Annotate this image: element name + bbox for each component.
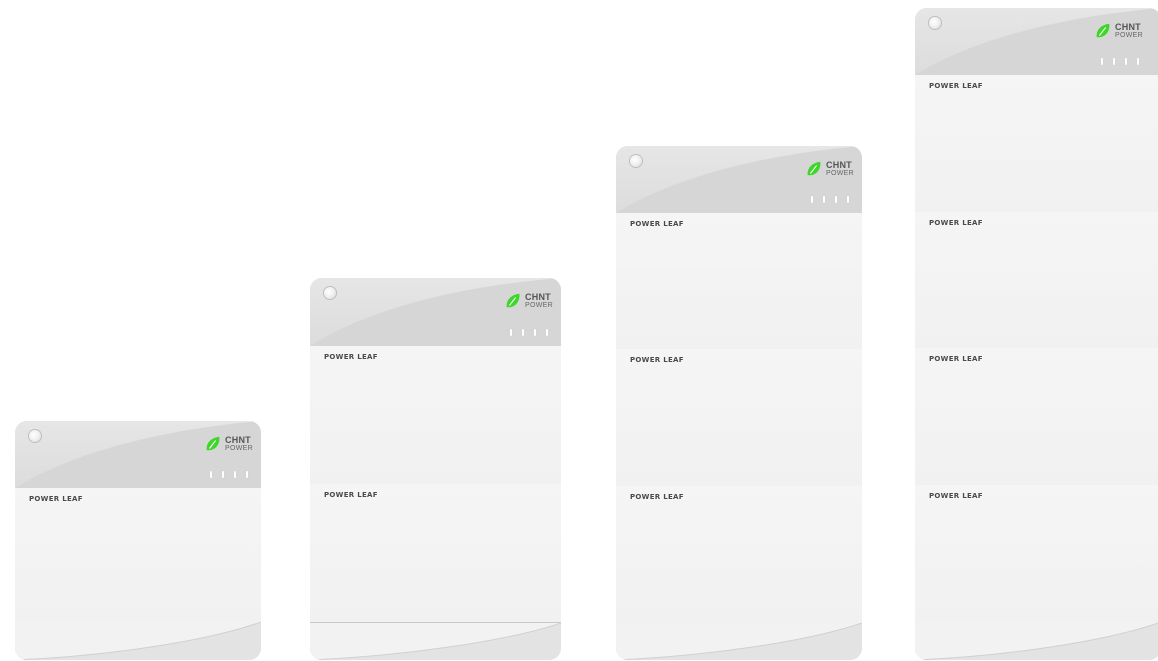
power-button[interactable] bbox=[324, 287, 336, 299]
status-leds bbox=[210, 471, 248, 478]
brand-sub: POWER bbox=[1115, 32, 1143, 39]
status-leds bbox=[1101, 58, 1139, 65]
module-label: POWER LEAF bbox=[29, 495, 83, 503]
battery-stack-4: CHNT POWER POWER LEAF POWER LEAF POWER L… bbox=[915, 8, 1158, 660]
power-button[interactable] bbox=[29, 430, 41, 442]
module-label: POWER LEAF bbox=[929, 355, 983, 363]
control-cap: CHNT POWER bbox=[310, 278, 561, 347]
battery-stack-1: CHNT POWER POWER LEAF bbox=[15, 421, 261, 660]
control-cap: CHNT POWER bbox=[915, 8, 1158, 76]
power-button[interactable] bbox=[630, 155, 642, 167]
module-label: POWER LEAF bbox=[630, 220, 684, 228]
battery-module: POWER LEAF bbox=[915, 212, 1158, 349]
base-plate bbox=[310, 623, 561, 660]
module-label: POWER LEAF bbox=[929, 219, 983, 227]
base-plate bbox=[915, 622, 1158, 660]
base-plate bbox=[616, 623, 862, 660]
brand-name: CHNT bbox=[225, 435, 251, 445]
battery-module: POWER LEAF bbox=[310, 346, 561, 485]
battery-module: POWER LEAF bbox=[915, 75, 1158, 213]
leaf-icon bbox=[506, 293, 520, 308]
battery-module: POWER LEAF bbox=[15, 488, 261, 623]
battery-module: POWER LEAF bbox=[616, 349, 862, 487]
leaf-icon bbox=[807, 161, 821, 176]
brand-sub: POWER bbox=[826, 170, 854, 177]
battery-module: POWER LEAF bbox=[616, 213, 862, 350]
power-button[interactable] bbox=[929, 17, 941, 29]
status-leds bbox=[811, 196, 849, 203]
module-label: POWER LEAF bbox=[630, 356, 684, 364]
brand-name: CHNT bbox=[1115, 22, 1141, 32]
battery-stack-3: CHNT POWER POWER LEAF POWER LEAF POWER L… bbox=[616, 146, 862, 660]
battery-stack-2: CHNT POWER POWER LEAF POWER LEAF bbox=[310, 278, 561, 660]
battery-module: POWER LEAF bbox=[616, 486, 862, 624]
module-label: POWER LEAF bbox=[929, 492, 983, 500]
battery-module: POWER LEAF bbox=[915, 348, 1158, 486]
brand-logo: CHNT POWER bbox=[805, 160, 854, 178]
brand-logo: CHNT POWER bbox=[204, 435, 253, 453]
control-cap: CHNT POWER bbox=[15, 421, 261, 489]
base-plate bbox=[15, 622, 261, 660]
leaf-icon bbox=[206, 436, 220, 451]
status-leds bbox=[510, 329, 548, 336]
brand-sub: POWER bbox=[225, 445, 253, 452]
brand-sub: POWER bbox=[525, 302, 553, 309]
brand-name: CHNT bbox=[826, 160, 852, 170]
brand-logo: CHNT POWER bbox=[504, 292, 553, 310]
module-label: POWER LEAF bbox=[630, 493, 684, 501]
battery-module: POWER LEAF bbox=[310, 484, 561, 623]
control-cap: CHNT POWER bbox=[616, 146, 862, 214]
leaf-icon bbox=[1096, 23, 1110, 38]
module-label: POWER LEAF bbox=[324, 353, 378, 361]
battery-module: POWER LEAF bbox=[915, 485, 1158, 623]
module-label: POWER LEAF bbox=[324, 491, 378, 499]
brand-logo: CHNT POWER bbox=[1094, 22, 1143, 40]
brand-name: CHNT bbox=[525, 292, 551, 302]
module-label: POWER LEAF bbox=[929, 82, 983, 90]
